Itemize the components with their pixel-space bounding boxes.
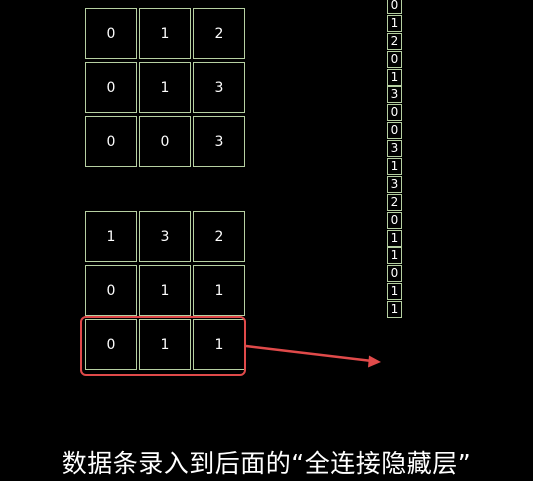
caption-text: 数据条录入到后面的“全连接隐藏层” <box>61 449 472 478</box>
matrix-cell: 1 <box>139 265 191 316</box>
arrow-head <box>368 355 381 368</box>
vector-cell: 0 <box>387 50 402 68</box>
vector-cell: 3 <box>387 175 402 193</box>
matrix-cell: 1 <box>139 8 191 59</box>
arrow-line <box>245 344 373 363</box>
matrix-cell: 2 <box>193 8 245 59</box>
vector-cell: 2 <box>387 193 402 211</box>
matrix-cell: 1 <box>139 62 191 113</box>
matrix-cell: 0 <box>85 62 137 113</box>
matrix-cell: 3 <box>139 211 191 262</box>
vector-cell: 1 <box>387 14 402 32</box>
vector-cell: 3 <box>387 140 402 158</box>
top-matrix: 0 1 2 0 1 3 0 0 3 <box>85 8 245 167</box>
vector-cell: 1 <box>387 158 402 176</box>
highlighted-row-box <box>80 316 246 376</box>
matrix-cell: 1 <box>193 265 245 316</box>
matrix-cell: 0 <box>85 8 137 59</box>
flattened-vector: 0 1 2 0 1 3 0 0 3 1 3 2 0 1 1 0 1 1 <box>387 0 402 319</box>
matrix-cell: 3 <box>193 116 245 167</box>
vector-cell: 1 <box>387 229 402 247</box>
matrix-cell: 0 <box>139 116 191 167</box>
matrix-cell: 0 <box>85 116 137 167</box>
vector-cell: 1 <box>387 301 402 319</box>
vector-cell: 2 <box>387 32 402 50</box>
vector-cell: 0 <box>387 0 402 14</box>
vector-cell: 1 <box>387 247 402 265</box>
vector-cell: 0 <box>387 104 402 122</box>
matrix-cell: 1 <box>85 211 137 262</box>
vector-cell: 0 <box>387 211 402 229</box>
matrix-cell: 3 <box>193 62 245 113</box>
matrix-cell: 2 <box>193 211 245 262</box>
matrix-cell: 0 <box>85 265 137 316</box>
vector-cell: 1 <box>387 283 402 301</box>
vector-cell: 0 <box>387 265 402 283</box>
vector-cell: 0 <box>387 122 402 140</box>
vector-cell: 3 <box>387 86 402 104</box>
arrow-connector <box>245 344 381 368</box>
vector-cell: 1 <box>387 68 402 86</box>
